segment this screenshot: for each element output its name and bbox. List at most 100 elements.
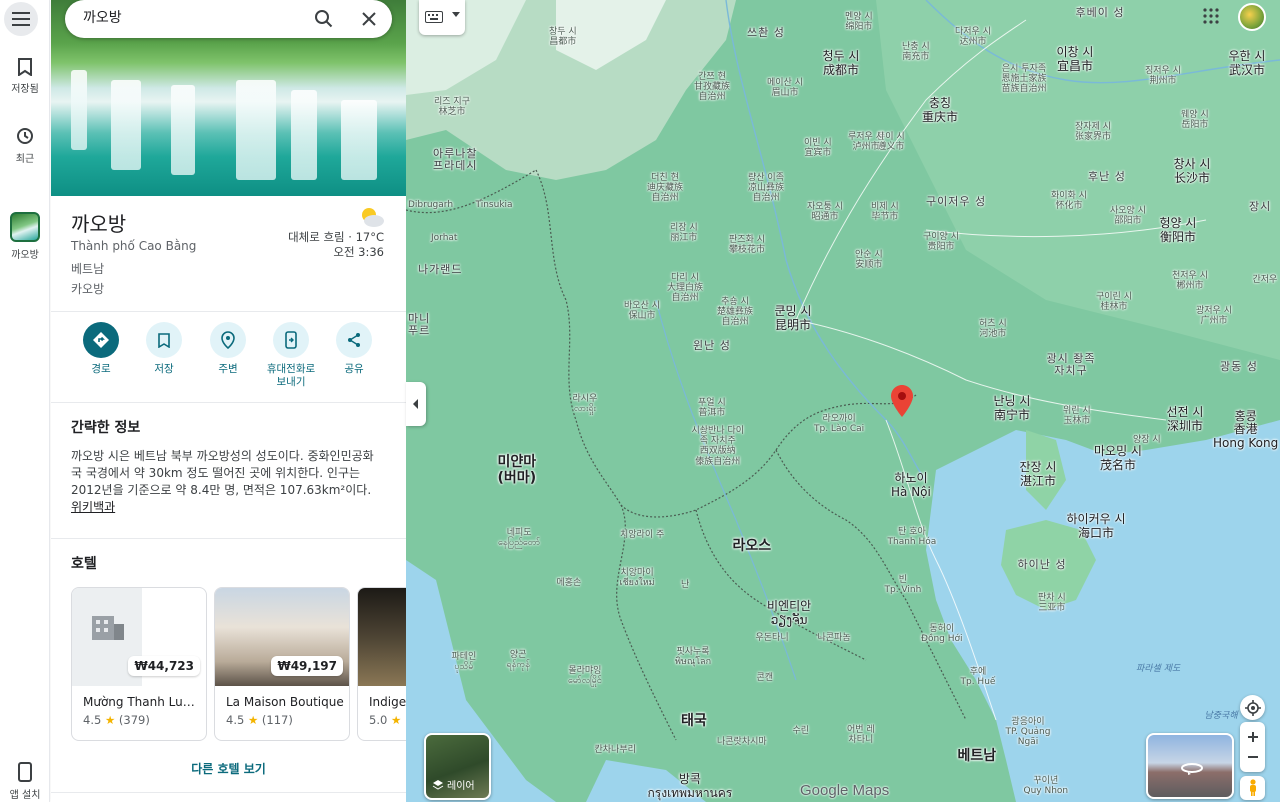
map-label: 장자제 시 张家界市: [1075, 121, 1112, 142]
recent-button[interactable]: 최근: [0, 126, 50, 165]
layers-icon: [432, 779, 444, 790]
star-icon: ★: [390, 713, 402, 727]
map-label: 광응아이 TP. Quảng Ngãi: [1005, 716, 1051, 748]
star-icon: ★: [104, 713, 116, 727]
zoom-out-icon[interactable]: [1247, 751, 1259, 763]
map-label: 량산 이족 凉山彝族 自治州: [748, 172, 785, 204]
map-label: 빈 Tp. Vinh: [884, 574, 922, 595]
local-time: 오전 3:36: [333, 245, 384, 259]
input-tools-button[interactable]: [419, 0, 465, 35]
hotel-card[interactable]: Indigenous 5.0 ★: [357, 587, 406, 741]
map-label[interactable]: 하노이 Hà Nội: [891, 471, 931, 500]
map-label: 베트남: [957, 748, 997, 764]
map-label: 창두 시 昌都市: [549, 26, 577, 47]
keyboard-icon: [425, 11, 443, 23]
saved-label: 저장됨: [11, 84, 39, 95]
collapse-panel-button[interactable]: [406, 382, 426, 426]
map-label[interactable]: 선전 시 深圳市: [1167, 405, 1204, 434]
map-label[interactable]: 하이커우 시 海口市: [1067, 512, 1126, 541]
search-button[interactable]: [314, 9, 334, 33]
layers-button[interactable]: 레이어: [424, 733, 491, 800]
clear-search-button[interactable]: [359, 9, 379, 33]
map-label: 구이저우 성: [926, 194, 987, 208]
phone-icon: [18, 762, 32, 782]
map-label[interactable]: 방콕 กรุงเทพมหานคร: [648, 772, 733, 801]
map-label[interactable]: 비엔티안 ວຽງຈັນ: [767, 599, 811, 628]
map-label: 치앙라이 주: [620, 530, 665, 540]
close-icon: [362, 12, 376, 26]
hotel-rating: 4.5 ★ (117): [226, 713, 293, 727]
map-label: 구이린 시 桂林市: [1096, 291, 1132, 312]
google-maps-logo: Google Maps: [800, 782, 890, 799]
map-label: 후에 Tp. Huế: [960, 666, 996, 687]
map-label: 난충 시 南充市: [902, 41, 930, 62]
map-label: 네피도 နေပြည်တော်: [498, 527, 541, 548]
save-button[interactable]: 저장: [134, 322, 194, 376]
map-label: 다저우 시 达州市: [955, 26, 991, 47]
share-button[interactable]: 공유: [324, 322, 384, 376]
menu-button[interactable]: [4, 2, 38, 36]
hotel-name: Indigenous: [369, 695, 406, 709]
partly-cloudy-icon: [362, 208, 384, 227]
chevron-left-icon: [413, 399, 418, 409]
zoom-in-icon[interactable]: [1247, 731, 1259, 743]
search-input[interactable]: [83, 9, 283, 25]
map-label: 푸얼 시 普洱市: [698, 397, 726, 418]
map-label: 다리 시 大理白族 自治州: [667, 272, 704, 304]
map-label[interactable]: 충칭 重庆市: [922, 96, 958, 125]
hotel-card[interactable]: ₩49,197 La Maison Boutique 4.5 ★ (117): [214, 587, 350, 741]
map-label: 칸차나부리: [594, 745, 636, 755]
hotel-price: ₩44,723: [128, 656, 200, 676]
send-to-phone-button[interactable]: 휴대전화로 보내기: [261, 322, 321, 389]
account-avatar[interactable]: [1238, 3, 1266, 31]
map-label: 자오퉁 시 昭通市: [807, 201, 843, 222]
map-label[interactable]: 청두 시 成都市: [823, 49, 860, 78]
hotel-photo: [358, 588, 406, 686]
map-label: 간쯔 현 甘孜藏族 自治州: [694, 71, 731, 103]
place-panel: 까오방 Thành phố Cao Bằng 베트남 카오방 대체로 흐림 · …: [51, 0, 406, 802]
history-icon: [17, 128, 33, 144]
map-label[interactable]: 이창 시 宜昌市: [1057, 45, 1094, 74]
map-label[interactable]: 잔장 시 湛江市: [1020, 460, 1057, 489]
place-country: 베트남: [71, 262, 105, 276]
street-view-preview[interactable]: [1146, 733, 1234, 799]
nearby-button[interactable]: 주변: [198, 322, 258, 376]
layers-label: 레이어: [447, 781, 475, 792]
map-canvas[interactable]: 쓰촨 성 청두 시 成都市 이창 시 宜昌市 우한 시 武汉市 후베이 성 충칭 重庆市 창사 시长…: [406, 0, 1280, 802]
nearby-label: 주변: [218, 363, 238, 375]
map-label[interactable]: 홍콩 香港 Hong Kong: [1213, 409, 1278, 451]
map-label: 양장 시: [1133, 435, 1161, 445]
hotel-name: Mường Thanh Luxury: [83, 695, 201, 709]
weather-text: 대체로 흐림 · 17°C: [288, 230, 384, 244]
pegman-button[interactable]: [1240, 776, 1265, 800]
map-label[interactable]: 난닝 시 南宁市: [994, 394, 1031, 423]
map-label: 사오양 시 邵阳市: [1110, 205, 1146, 226]
place-shortcut[interactable]: 까오방: [0, 212, 50, 261]
map-label: 나콘파놈: [817, 633, 851, 643]
location-pin-icon[interactable]: [891, 385, 913, 417]
map-label[interactable]: 헝양 시 衡阳市: [1160, 216, 1197, 245]
hotel-card[interactable]: ₩44,723 Mường Thanh Luxury 4.5 ★ (379): [71, 587, 207, 741]
share-icon: [348, 333, 360, 347]
more-hotels-link[interactable]: 다른 호텔 보기: [51, 760, 406, 777]
map-label[interactable]: 쿤밍 시 昆明市: [775, 304, 812, 333]
map-label: 판즈화 시 攀枝花市: [729, 234, 766, 255]
map-label: 광동 성: [1220, 359, 1258, 373]
share-label: 공유: [344, 363, 364, 375]
zoom-controls: [1240, 722, 1265, 772]
map-label: 이빈 시 宜宾市: [804, 137, 832, 158]
map-label[interactable]: 창사 시 长沙市: [1174, 157, 1211, 186]
directions-button[interactable]: 경로: [71, 322, 131, 376]
my-location-button[interactable]: [1240, 695, 1265, 720]
map-label: 후베이 성: [1075, 5, 1125, 19]
map-label: 파테인 ပုသိမ်: [451, 651, 477, 672]
wikipedia-link[interactable]: 위키백과: [71, 500, 115, 514]
map-label[interactable]: 우한 시 武汉市: [1229, 49, 1266, 78]
apps-grid-icon[interactable]: [1203, 8, 1219, 24]
saved-button[interactable]: 저장됨: [0, 58, 50, 95]
map-label[interactable]: 마오밍 시 茂名市: [1094, 444, 1142, 473]
map-label: 장시: [1249, 199, 1272, 213]
map-label: 추숑 시 楚雄彝族 自治州: [717, 296, 754, 328]
install-app-button[interactable]: 앱 설치: [0, 762, 50, 801]
install-label: 앱 설치: [9, 790, 41, 801]
